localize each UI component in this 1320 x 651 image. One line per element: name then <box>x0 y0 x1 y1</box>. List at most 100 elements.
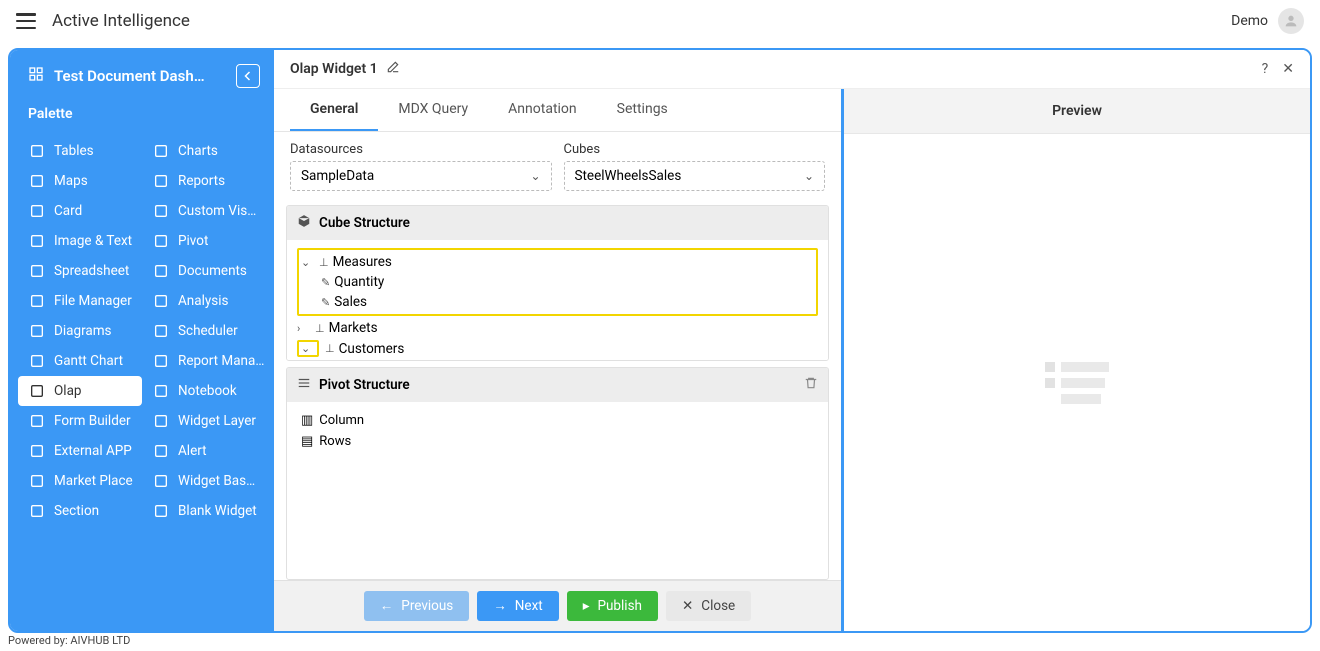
palette-item-gantt-chart[interactable]: Gantt Chart <box>18 346 142 376</box>
palette-item-maps[interactable]: Maps <box>18 166 142 196</box>
palette-item-notebook[interactable]: Notebook <box>142 376 266 406</box>
widget-type-icon <box>28 233 46 249</box>
tree-node-markets[interactable]: › ⊥ Markets <box>297 318 818 338</box>
document-title: Test Document Dash… <box>54 67 205 85</box>
tab-annotation[interactable]: Annotation <box>488 89 596 131</box>
palette-item-image-text[interactable]: Image & Text <box>18 226 142 256</box>
palette-item-label: Documents <box>178 263 247 279</box>
menu-icon[interactable] <box>16 13 36 29</box>
palette-item-label: Charts <box>178 143 218 159</box>
widget-type-icon <box>152 383 170 399</box>
palette-item-label: Olap <box>54 383 82 399</box>
widget-type-icon <box>152 203 170 219</box>
palette-item-custom-vis[interactable]: Custom Vis… <box>142 196 266 226</box>
widget-type-icon <box>28 143 46 159</box>
widget-type-icon <box>152 503 170 519</box>
palette-item-label: Reports <box>178 173 225 189</box>
chevron-right-icon: › <box>297 322 311 335</box>
widget-type-icon <box>152 293 170 309</box>
datasources-select[interactable]: SampleData ⌄ <box>290 161 552 191</box>
palette-item-label: Scheduler <box>178 323 238 339</box>
dashboard-icon <box>28 66 44 86</box>
palette-item-label: Pivot <box>178 233 208 249</box>
tab-settings[interactable]: Settings <box>597 89 688 131</box>
palette-item-reports[interactable]: Reports <box>142 166 266 196</box>
widget-type-icon <box>152 173 170 189</box>
palette-item-scheduler[interactable]: Scheduler <box>142 316 266 346</box>
footer-text: Powered by: AIVHUB LTD <box>8 634 130 647</box>
palette-item-documents[interactable]: Documents <box>142 256 266 286</box>
palette-item-widget-layer[interactable]: Widget Layer <box>142 406 266 436</box>
tree-node-measure-sales[interactable]: ✎ Sales <box>321 292 814 312</box>
palette-item-label: Custom Vis… <box>178 203 256 219</box>
palette-item-label: File Manager <box>54 293 132 309</box>
palette-item-diagrams[interactable]: Diagrams <box>18 316 142 346</box>
palette-item-label: Maps <box>54 173 88 189</box>
palette-item-pivot[interactable]: Pivot <box>142 226 266 256</box>
close-x-icon: ✕ <box>682 598 693 614</box>
publish-button[interactable]: ▸ Publish <box>567 591 658 621</box>
palette-item-charts[interactable]: Charts <box>142 136 266 166</box>
trash-icon[interactable] <box>804 376 818 394</box>
widget-type-icon <box>152 233 170 249</box>
measure-icon: ✎ <box>321 276 330 289</box>
widget-type-icon <box>28 173 46 189</box>
widget-title: Olap Widget 1 <box>290 61 378 77</box>
cubes-select[interactable]: SteelWheelsSales ⌄ <box>564 161 826 191</box>
column-icon: ▥ <box>301 413 313 428</box>
widget-type-icon <box>28 383 46 399</box>
palette-item-form-builder[interactable]: Form Builder <box>18 406 142 436</box>
edit-title-icon[interactable] <box>386 60 400 78</box>
palette-item-external-app[interactable]: External APP <box>18 436 142 466</box>
widget-type-icon <box>152 323 170 339</box>
palette-item-card[interactable]: Card <box>18 196 142 226</box>
pivot-icon <box>297 376 311 394</box>
palette-heading: Palette <box>10 106 274 136</box>
user-name: Demo <box>1231 13 1268 29</box>
palette-item-label: Widget Layer <box>178 413 256 429</box>
palette-item-label: Alert <box>178 443 207 459</box>
back-button[interactable] <box>236 64 260 88</box>
widget-type-icon <box>28 413 46 429</box>
palette-item-market-place[interactable]: Market Place <box>18 466 142 496</box>
palette-item-label: Section <box>54 503 99 519</box>
widget-type-icon <box>28 323 46 339</box>
palette-item-tables[interactable]: Tables <box>18 136 142 166</box>
pivot-rows[interactable]: ▤ Rows <box>297 431 818 452</box>
palette-item-spreadsheet[interactable]: Spreadsheet <box>18 256 142 286</box>
arrow-left-icon: ← <box>380 598 394 614</box>
palette-item-label: Analysis <box>178 293 229 309</box>
tree-node-customers-all[interactable]: (All) <box>317 359 818 360</box>
tree-node-customers[interactable]: ⌄ ⊥ Customers <box>297 338 818 359</box>
tab-mdx-query[interactable]: MDX Query <box>378 89 488 131</box>
palette-item-file-manager[interactable]: File Manager <box>18 286 142 316</box>
palette-item-report-mana[interactable]: Report Mana… <box>142 346 266 376</box>
pivot-column[interactable]: ▥ Column <box>297 410 818 431</box>
avatar[interactable] <box>1278 8 1304 34</box>
tree-node-measures[interactable]: ⌄ ⊥ Measures <box>301 252 814 272</box>
palette-item-section[interactable]: Section <box>18 496 142 526</box>
palette-item-analysis[interactable]: Analysis <box>142 286 266 316</box>
widget-type-icon <box>152 143 170 159</box>
measure-icon: ✎ <box>321 296 330 309</box>
palette-item-widget-bas[interactable]: Widget Bas… <box>142 466 266 496</box>
tab-general[interactable]: General <box>290 89 378 131</box>
close-button[interactable]: ✕ Close <box>666 591 751 621</box>
hierarchy-icon: ⊥ <box>319 256 329 269</box>
preview-placeholder <box>1045 362 1109 404</box>
next-button[interactable]: → Next <box>477 591 558 621</box>
cubes-value: SteelWheelsSales <box>575 168 682 184</box>
palette-item-alert[interactable]: Alert <box>142 436 266 466</box>
chevron-down-icon: ⌄ <box>530 169 540 183</box>
previous-button[interactable]: ← Previous <box>364 591 469 621</box>
help-icon[interactable]: ? <box>1262 61 1269 77</box>
rows-icon: ▤ <box>301 434 313 449</box>
palette-item-olap[interactable]: Olap <box>18 376 142 406</box>
hierarchy-icon: ⊥ <box>325 342 335 355</box>
cube-structure-label: Cube Structure <box>319 215 410 231</box>
palette-item-blank-widget[interactable]: Blank Widget <box>142 496 266 526</box>
close-icon[interactable]: ✕ <box>1282 61 1294 77</box>
tree-node-measure-quantity[interactable]: ✎ Quantity <box>321 272 814 292</box>
chevron-down-icon: ⌄ <box>301 342 315 355</box>
palette-item-label: External APP <box>54 443 132 459</box>
